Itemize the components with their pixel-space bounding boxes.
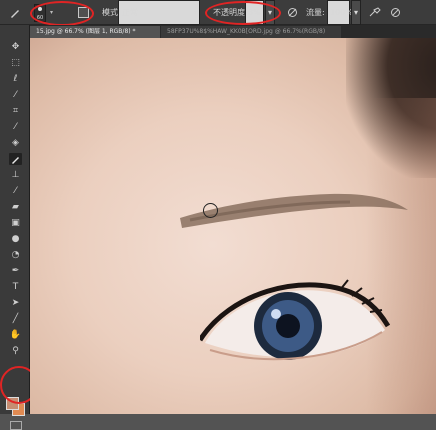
- chevron-down-icon: ▾: [50, 9, 54, 16]
- brush-panel-icon: [77, 7, 89, 18]
- eraser-icon[interactable]: ▰: [9, 201, 22, 213]
- spot-healing-icon[interactable]: ◈: [9, 137, 22, 149]
- eye: [200, 279, 390, 361]
- mode-value: 正常: [122, 8, 138, 17]
- tab-document-2[interactable]: 58FP37U%8$%HAW_KK0B[ORD.jpg @ 66.7%(RGB/…: [161, 26, 341, 38]
- move-icon[interactable]: ✥: [9, 41, 22, 53]
- pressure-opacity-icon[interactable]: [286, 0, 298, 25]
- flow-slider-button[interactable]: ▾: [351, 0, 361, 25]
- tools-panel: ✥ ⬚ ℓ ⁄ ⌗ ⁄ ◈ ⊥ ⁄ ▰ ▣ ● ◔ ✒ T ➤ ╱ ✋ ⚲: [0, 25, 30, 430]
- pen-icon[interactable]: ✒: [9, 265, 22, 277]
- mode-select[interactable]: 正常 ▾: [118, 0, 200, 25]
- foreground-color-swatch[interactable]: [6, 397, 19, 410]
- gradient-icon[interactable]: ▣: [9, 217, 22, 229]
- opacity-slider-button[interactable]: ▾: [265, 0, 275, 25]
- chevron-down-icon: ▾: [193, 9, 197, 16]
- zoom-icon[interactable]: ⚲: [9, 345, 22, 357]
- brush-size-value: 60: [36, 14, 44, 21]
- magic-wand-icon[interactable]: ⁄: [9, 89, 22, 101]
- clone-stamp-icon[interactable]: ⊥: [9, 169, 22, 181]
- path-selection-icon[interactable]: ➤: [9, 297, 22, 309]
- document-tabs: 15.jpg @ 66.7% (图层 1, RGB/8) * 58FP37U%8…: [30, 25, 436, 38]
- flow-label: 流量:: [306, 8, 325, 17]
- brush-size-picker[interactable]: 60 ▾: [34, 0, 70, 25]
- crop-icon[interactable]: ⌗: [9, 105, 22, 117]
- opacity-label: 不透明度:: [213, 8, 248, 17]
- dodge-icon[interactable]: ◔: [9, 249, 22, 261]
- brush-preview: 60: [34, 3, 46, 22]
- brush-tool-preset-icon[interactable]: [6, 0, 24, 25]
- shape-icon[interactable]: ╱: [9, 313, 22, 325]
- chevron-down-icon: ▾: [267, 8, 272, 17]
- document-canvas[interactable]: [30, 38, 436, 414]
- eyedropper-icon[interactable]: ⁄: [9, 121, 22, 133]
- type-icon[interactable]: T: [9, 281, 22, 293]
- history-brush-icon[interactable]: ⁄: [9, 185, 22, 197]
- chevron-down-icon: ▾: [353, 8, 358, 17]
- lasso-icon[interactable]: ℓ: [9, 73, 22, 85]
- quick-mask-icon[interactable]: [10, 421, 22, 430]
- brush-panel-toggle-button[interactable]: [76, 0, 90, 25]
- brush-cursor: [203, 203, 218, 218]
- flow-input[interactable]: 100%: [327, 0, 353, 25]
- opacity-input[interactable]: 8%: [245, 0, 264, 25]
- brush-icon[interactable]: [9, 153, 22, 165]
- pressure-size-icon[interactable]: [388, 0, 402, 25]
- airbrush-icon[interactable]: [368, 0, 382, 25]
- options-bar: 60 ▾ 模式: 正常 ▾ 不透明度: 8% ▾ 流量: 100% ▾: [0, 0, 436, 25]
- blur-icon[interactable]: ●: [9, 233, 22, 245]
- marquee-icon[interactable]: ⬚: [9, 57, 22, 69]
- hand-icon[interactable]: ✋: [9, 329, 22, 341]
- tab-document-1[interactable]: 15.jpg @ 66.7% (图层 1, RGB/8) *: [30, 26, 160, 38]
